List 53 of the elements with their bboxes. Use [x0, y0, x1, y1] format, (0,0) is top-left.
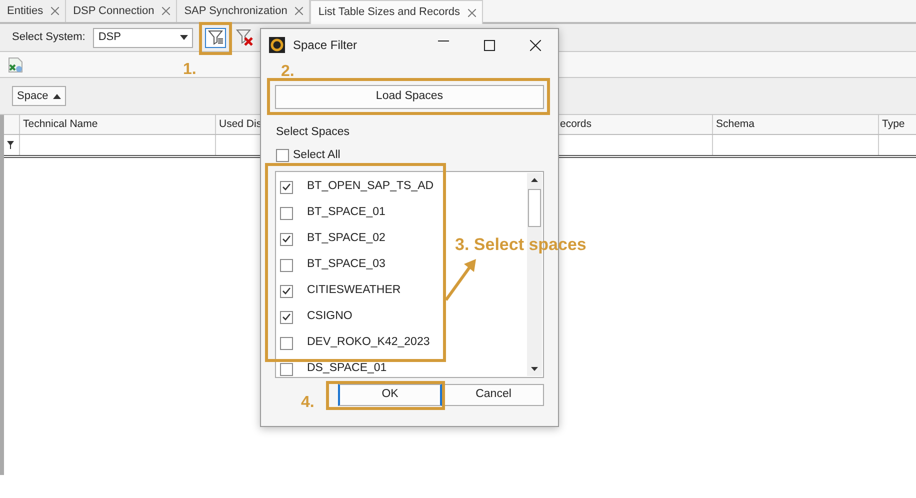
- space-label: DEV_ROKO_K42_2023: [307, 335, 430, 350]
- dialog-title: Space Filter: [293, 37, 358, 54]
- load-spaces-button[interactable]: Load Spaces: [275, 85, 544, 109]
- space-label: BT_SPACE_03: [307, 257, 386, 272]
- ok-button[interactable]: OK: [338, 384, 442, 406]
- minimize-icon[interactable]: [438, 40, 448, 42]
- filter-icon: [208, 30, 224, 45]
- maximize-icon[interactable]: [484, 40, 494, 50]
- checkbox[interactable]: [280, 180, 293, 194]
- group-by-chip[interactable]: Space: [12, 86, 66, 106]
- select-all-checkbox[interactable]: [276, 149, 289, 162]
- checkbox[interactable]: [280, 258, 293, 272]
- step-label: 2.: [281, 62, 294, 82]
- step-label: 4.: [301, 393, 314, 413]
- column-header[interactable]: Technical Name: [23, 116, 98, 132]
- tab[interactable]: List Table Sizes and Records: [310, 0, 483, 24]
- tab[interactable]: DSP Connection: [66, 0, 178, 22]
- filter-button[interactable]: [205, 28, 226, 48]
- app-icon: [269, 37, 285, 53]
- highlight-frame: [199, 22, 232, 55]
- step-label: 3. Select spaces: [455, 234, 586, 256]
- space-label: BT_OPEN_SAP_TS_AD: [307, 179, 434, 194]
- filter-row-icon: [7, 141, 14, 149]
- select-all-label: Select All: [293, 148, 340, 163]
- tab[interactable]: SAP Synchronization: [177, 0, 310, 22]
- checkbox[interactable]: [280, 284, 293, 298]
- column-header[interactable]: Type: [882, 116, 905, 132]
- clear-filter-button[interactable]: [234, 28, 256, 48]
- select-system-label: Select System:: [12, 30, 86, 46]
- clear-filter-icon: [236, 29, 254, 46]
- cancel-button[interactable]: Cancel: [443, 384, 544, 406]
- column-header[interactable]: ecords: [560, 116, 592, 132]
- checkbox[interactable]: [280, 336, 293, 350]
- checkbox[interactable]: [280, 310, 293, 324]
- sort-ascending-icon: [53, 94, 62, 98]
- select-spaces-label: Select Spaces: [276, 125, 350, 140]
- scrollbar-thumb[interactable]: [528, 189, 541, 227]
- space-label: CITIESWEATHER: [307, 283, 401, 298]
- checkbox[interactable]: [280, 232, 293, 246]
- space-label: CSIGNO: [307, 309, 352, 324]
- space-label: BT_SPACE_01: [307, 205, 386, 220]
- dropdown-caret-icon: [180, 35, 188, 40]
- system-dropdown[interactable]: DSP: [93, 28, 194, 48]
- checkbox[interactable]: [280, 362, 293, 376]
- space-label: DS_SPACE_01: [307, 361, 387, 376]
- step-label: 1.: [183, 60, 196, 80]
- space-label: BT_SPACE_02: [307, 231, 386, 246]
- tab[interactable]: Entities: [0, 0, 66, 22]
- checkbox[interactable]: [280, 206, 293, 220]
- annotation-arrow: [444, 258, 478, 302]
- export-excel-icon[interactable]: [8, 56, 23, 72]
- close-icon[interactable]: [530, 40, 540, 50]
- column-header[interactable]: Schema: [716, 116, 755, 132]
